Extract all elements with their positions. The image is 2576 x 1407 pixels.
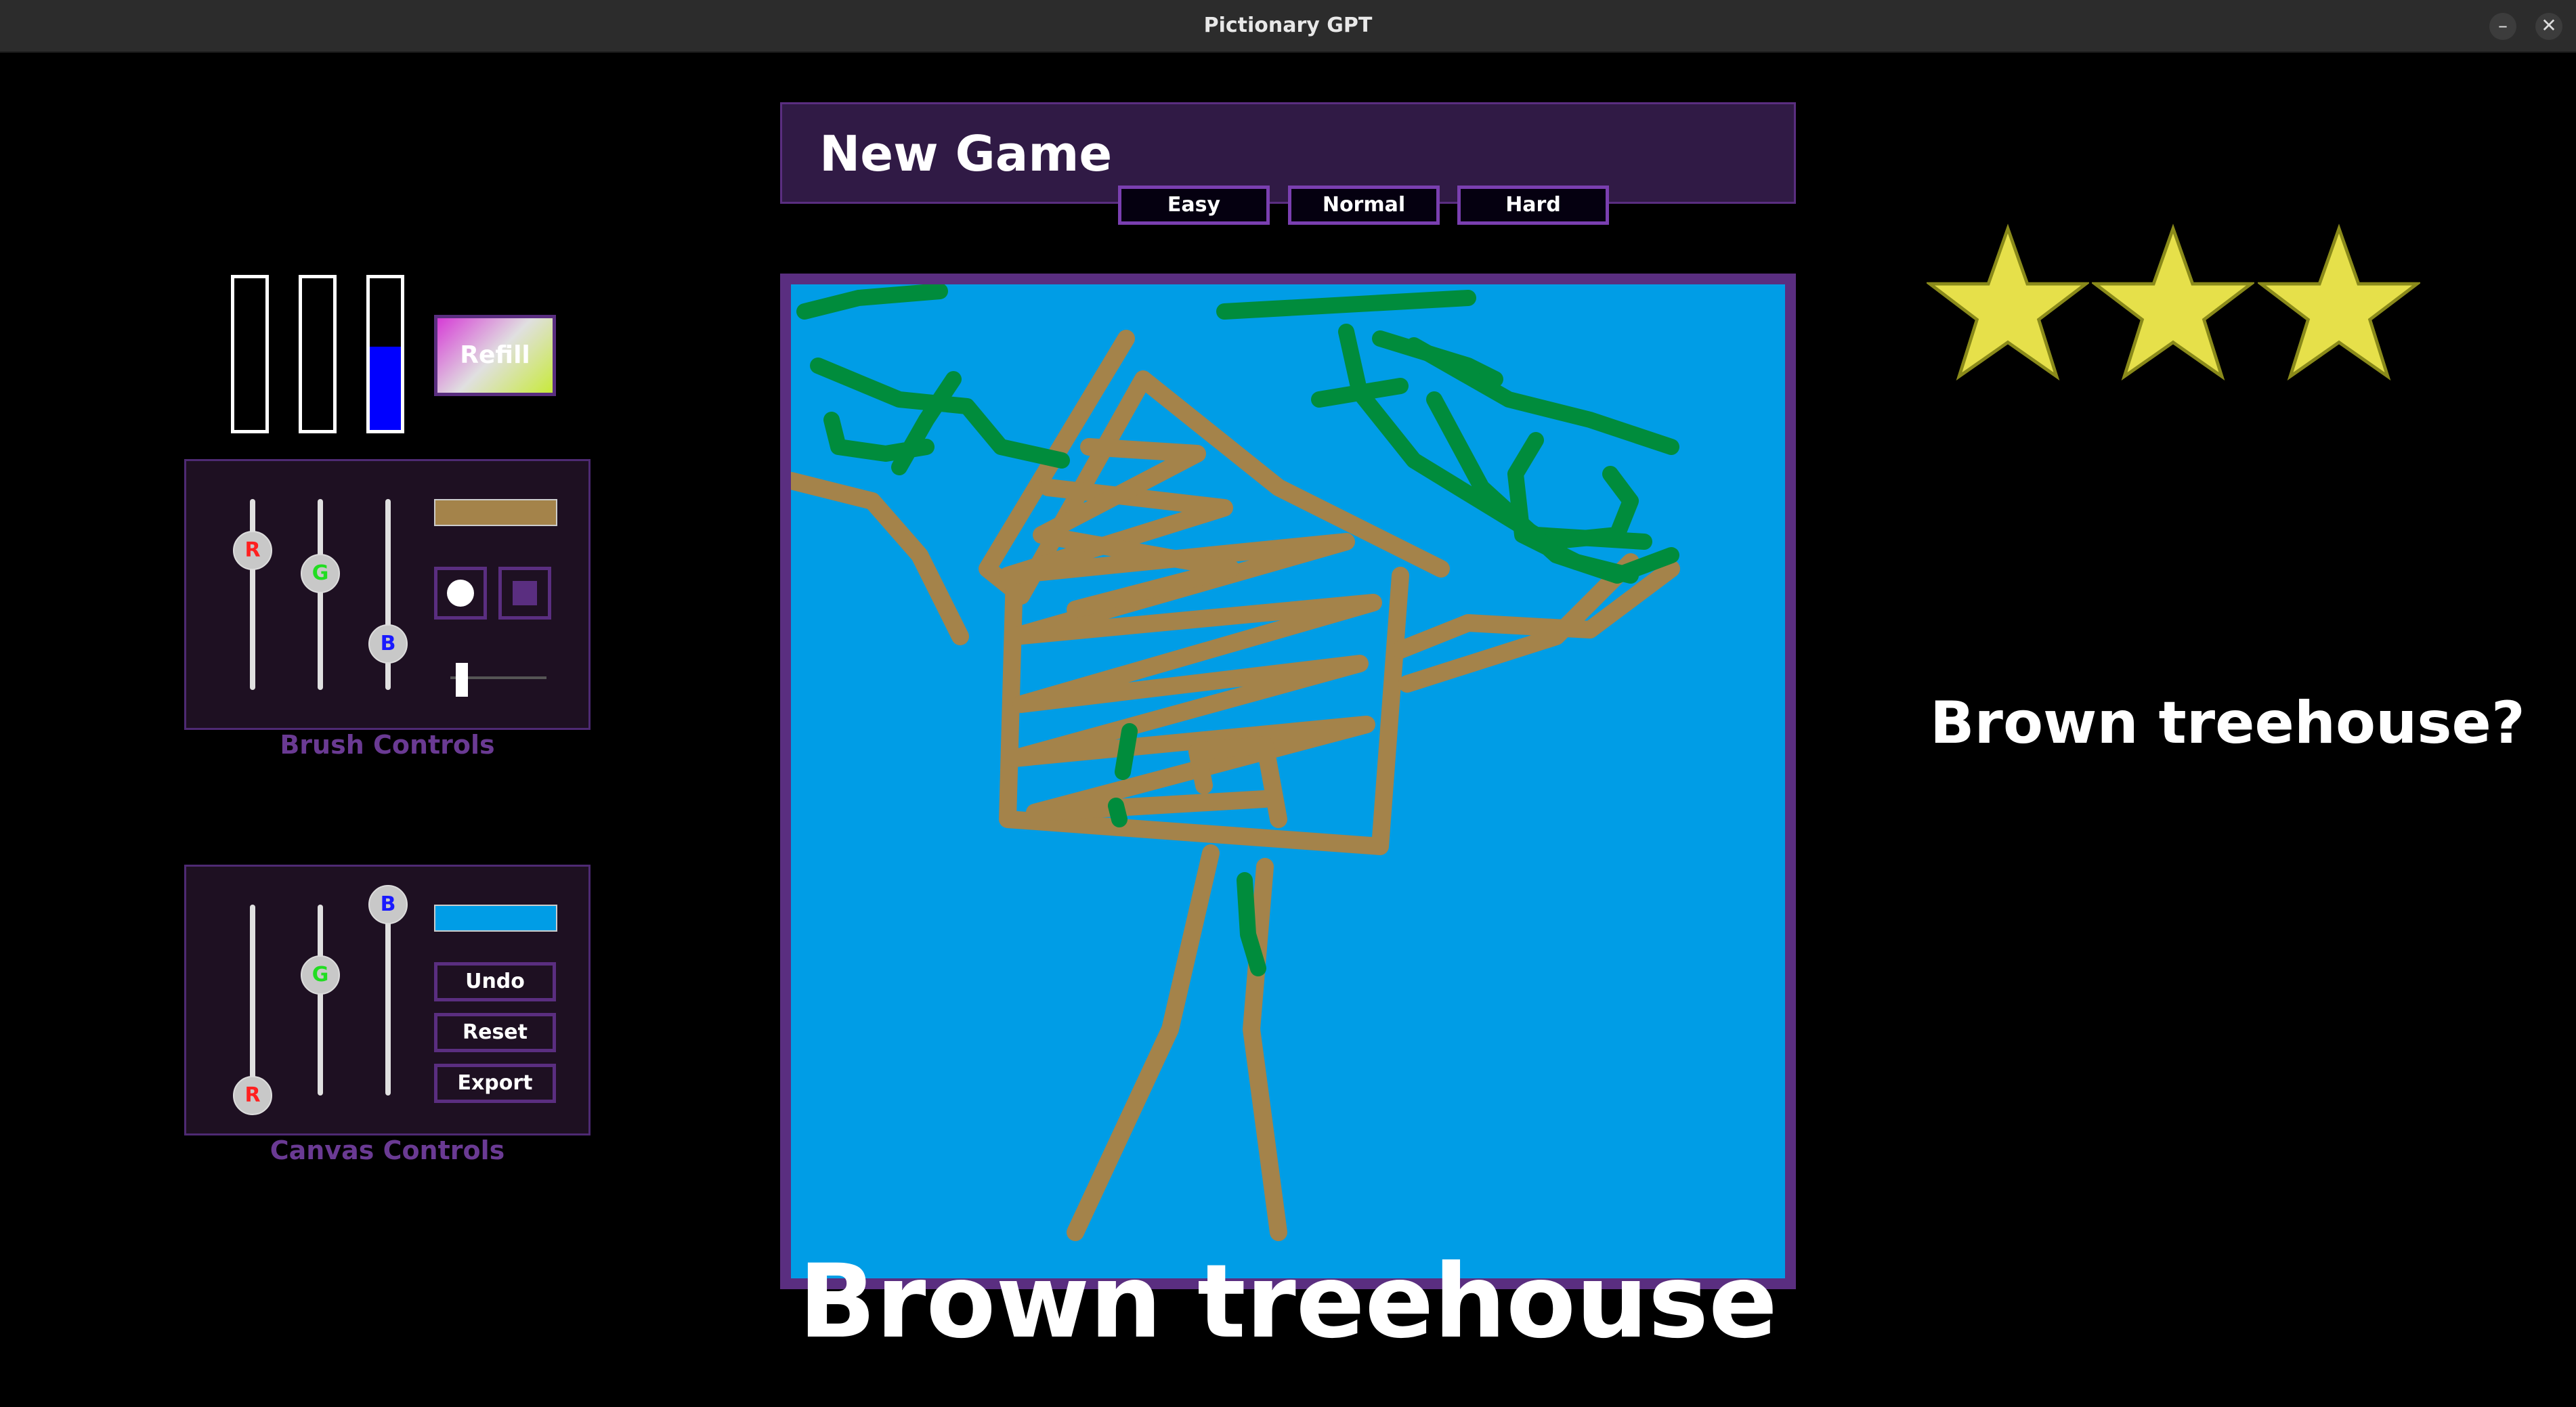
canvas-blue-slider-knob[interactable]: B bbox=[368, 885, 408, 924]
canvas-controls-panel: R G B Undo Reset Export bbox=[184, 865, 591, 1135]
undo-button[interactable]: Undo bbox=[434, 962, 556, 1001]
canvas-color-swatch bbox=[434, 905, 557, 932]
app-body: Refill R G B Brush Controls R G B Undo R… bbox=[0, 53, 2576, 1407]
square-brush-button[interactable] bbox=[498, 567, 551, 620]
green-paint-tube bbox=[299, 275, 337, 433]
reset-button[interactable]: Reset bbox=[434, 1013, 556, 1052]
brush-green-slider-track[interactable] bbox=[318, 499, 323, 690]
round-brush-button[interactable] bbox=[434, 567, 487, 620]
ai-guess-text: Brown treehouse? bbox=[1930, 689, 2525, 757]
normal-button[interactable]: Normal bbox=[1288, 186, 1440, 225]
star-shape-3 bbox=[2258, 223, 2420, 381]
brush-controls-panel: R G B bbox=[184, 459, 591, 730]
leaf-stroke-1 bbox=[796, 284, 948, 320]
title-bar: Pictionary GPT – ✕ bbox=[0, 0, 2576, 53]
brush-blue-slider-knob[interactable]: B bbox=[368, 624, 408, 664]
red-paint-tube bbox=[231, 275, 269, 433]
brown-strokes bbox=[791, 330, 1680, 1241]
close-button[interactable]: ✕ bbox=[2535, 13, 2562, 40]
canvas-red-slider-knob[interactable]: R bbox=[233, 1076, 272, 1115]
drawing-canvas[interactable] bbox=[791, 284, 1785, 1278]
easy-button[interactable]: Easy bbox=[1118, 186, 1270, 225]
drawing-strokes bbox=[791, 284, 1680, 1241]
star-shape-1 bbox=[1927, 223, 2089, 381]
minimize-button[interactable]: – bbox=[2489, 13, 2516, 40]
blue-paint-level bbox=[370, 346, 401, 430]
star-icon-1 bbox=[1927, 223, 2089, 381]
new-game-title[interactable]: New Game bbox=[819, 123, 1112, 184]
canvas-blue-slider-track[interactable] bbox=[385, 905, 391, 1096]
trunk-right-stroke bbox=[1243, 858, 1287, 1241]
brush-green-slider-knob[interactable]: G bbox=[301, 553, 340, 593]
refill-button[interactable]: Refill bbox=[434, 315, 556, 396]
star-icon-2 bbox=[2092, 223, 2254, 381]
star-icon-3 bbox=[2258, 223, 2420, 381]
brush-size-slider-knob[interactable] bbox=[456, 663, 469, 697]
canvas-green-slider-track[interactable] bbox=[318, 905, 323, 1096]
export-button[interactable]: Export bbox=[434, 1064, 556, 1103]
brush-controls-label: Brush Controls bbox=[280, 730, 495, 760]
prompt-word: Brown treehouse bbox=[798, 1243, 1778, 1361]
star-shape-2 bbox=[2092, 223, 2254, 381]
brush-red-slider-track[interactable] bbox=[250, 499, 255, 690]
round-brush-icon bbox=[447, 580, 474, 607]
window-title: Pictionary GPT bbox=[1203, 14, 1373, 37]
square-brush-icon bbox=[513, 581, 537, 605]
trunk-left-stroke bbox=[1067, 844, 1220, 1241]
left-branch-stroke bbox=[791, 472, 969, 645]
hard-button[interactable]: Hard bbox=[1457, 186, 1609, 225]
canvas-red-slider-track[interactable] bbox=[250, 905, 255, 1096]
blue-paint-tube bbox=[366, 275, 404, 433]
canvas-frame bbox=[780, 274, 1796, 1289]
brush-red-slider-knob[interactable]: R bbox=[233, 531, 272, 571]
brush-color-swatch bbox=[434, 499, 557, 526]
canvas-controls-label: Canvas Controls bbox=[270, 1135, 505, 1165]
canvas-green-slider-knob[interactable]: G bbox=[301, 955, 340, 995]
